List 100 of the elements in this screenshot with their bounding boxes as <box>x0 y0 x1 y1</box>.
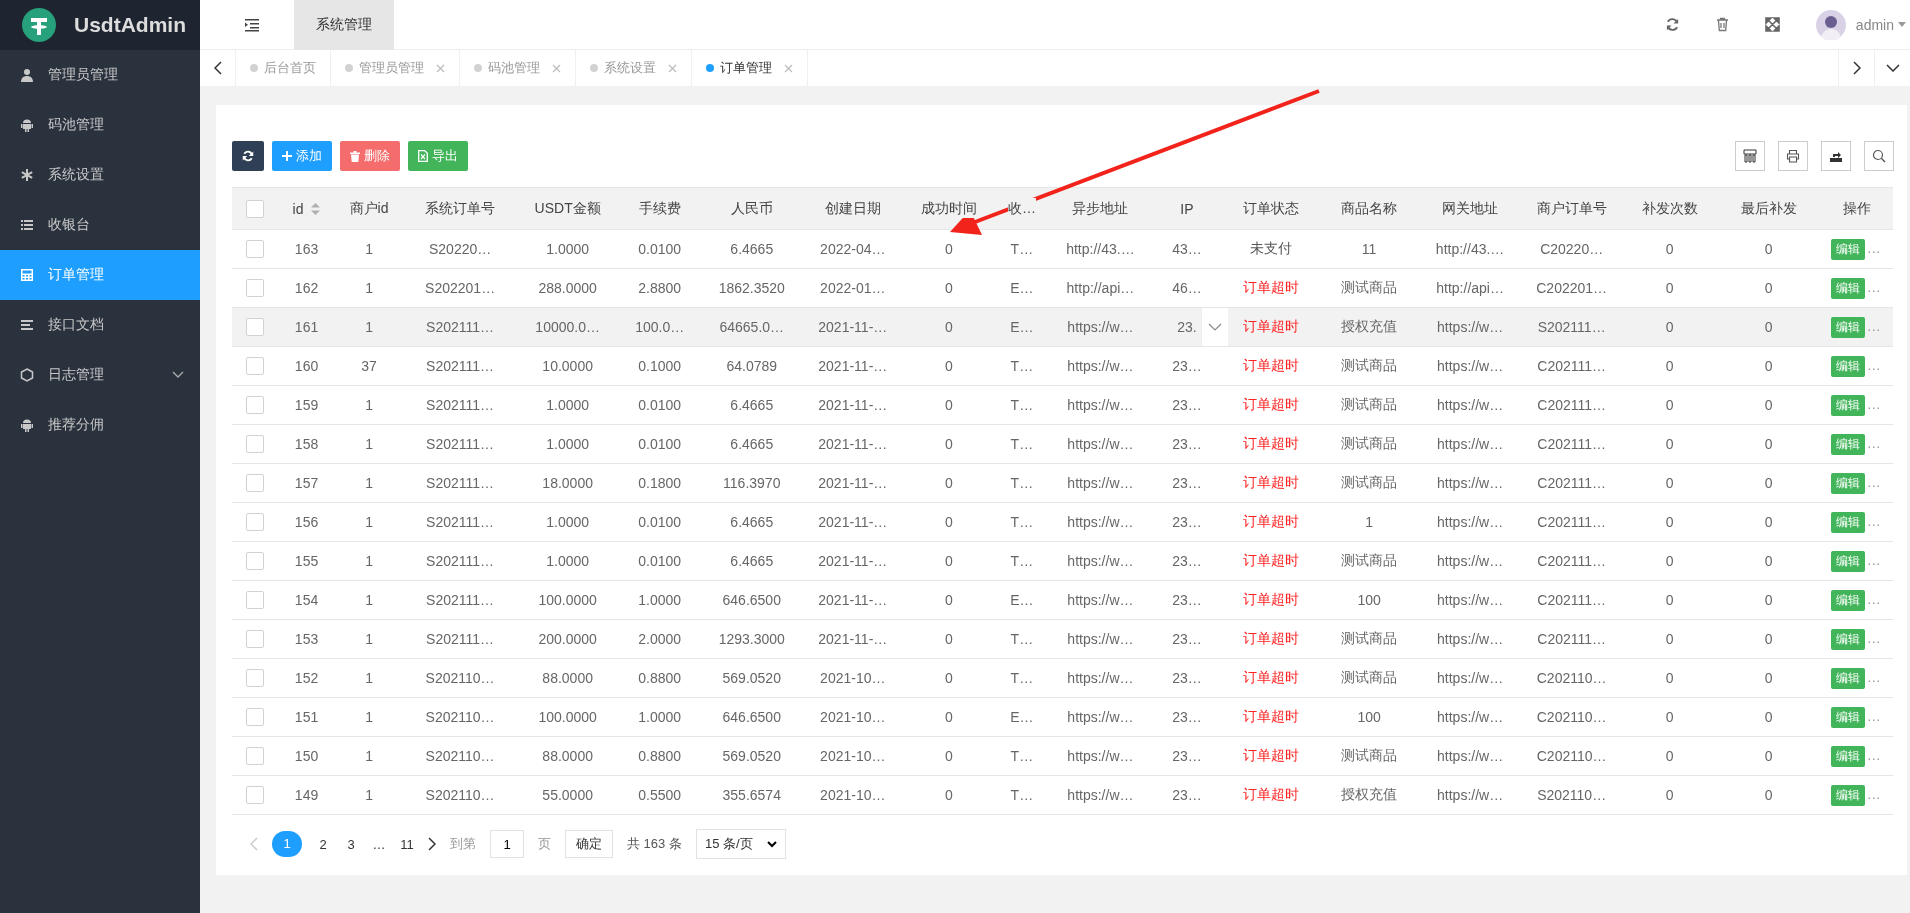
table-cell: S202201… <box>425 280 496 296</box>
top-menu-tab[interactable]: 系统管理 <box>294 0 394 50</box>
more-text: … <box>1866 746 1881 763</box>
row-checkbox[interactable] <box>246 435 264 454</box>
sidebar-item[interactable]: 推荐分佣 <box>0 400 200 450</box>
row-checkbox[interactable] <box>246 591 264 610</box>
sidebar-item[interactable]: 管理员管理 <box>0 50 200 100</box>
table-row[interactable]: 149 1 S202110… 55.0000 0.5500 355.6574 2021-10… 0 T… https://w… 23… 订单超时 授权充值 https://w… S202110… 0 0 编辑 … <box>232 775 1893 815</box>
print-button[interactable] <box>1778 141 1808 171</box>
table-row[interactable]: 151 1 S202110… 100.0000 1.0000 646.6500 2021-10… 0 E… https://w… 23… 订单超时 100 https://w… C202110… 0 0 编辑 … <box>232 697 1893 737</box>
sidebar-item[interactable]: 码池管理 <box>0 100 200 150</box>
row-checkbox[interactable] <box>246 357 264 376</box>
table-row[interactable]: 161 1 S202111… 10000.0… 100.0… 64665.0… 2021-11-… 0 E… https://w… 23. 订单超时 授权充值 https://w… S202111… 0 0 编辑 … <box>232 307 1893 347</box>
close-icon[interactable] <box>668 63 677 73</box>
columns-button[interactable] <box>1735 141 1765 171</box>
page-size-select[interactable]: 15 条/页 <box>695 829 786 859</box>
page-tab[interactable]: 订单管理 <box>692 50 808 86</box>
page-link[interactable]: 3 <box>344 836 358 852</box>
status-text: 订单超时 <box>1242 786 1299 802</box>
table-row[interactable]: 153 1 S202111… 200.0000 2.0000 1293.3000 2021-11-… 0 T… https://w… 23… 订单超时 测试商品 https://w… C202111… 0 0 编辑 … <box>232 619 1893 659</box>
avatar[interactable] <box>1815 9 1846 40</box>
table-cell: 1 <box>365 592 373 608</box>
refresh-icon[interactable] <box>1664 17 1680 32</box>
more-text: … <box>1866 590 1881 607</box>
table-cell: 1.0000 <box>638 709 682 725</box>
table-cell: S202111… <box>426 631 495 647</box>
page-link[interactable]: 11 <box>400 836 414 852</box>
table-cell: 23… <box>1172 787 1202 803</box>
row-checkbox[interactable] <box>246 786 264 805</box>
table-cell: 23… <box>1172 397 1202 413</box>
table-cell: https://w… <box>1437 514 1504 530</box>
table-cell: 2021-11-… <box>818 436 888 452</box>
refresh-button[interactable] <box>232 141 264 171</box>
column-header[interactable]: id <box>292 200 304 217</box>
row-checkbox[interactable] <box>246 630 264 649</box>
table-row[interactable]: 152 1 S202110… 88.0000 0.8800 569.0520 2021-10… 0 T… https://w… 23… 订单超时 测试商品 https://w… C202110… 0 0 编辑 … <box>232 658 1893 698</box>
table-cell: 0 <box>1665 280 1674 296</box>
select-all-checkbox[interactable] <box>246 199 264 218</box>
table-cell: 151 <box>294 709 319 725</box>
table-cell: 2021-11-… <box>818 514 888 530</box>
sidebar-item[interactable]: 收银台 <box>0 200 200 250</box>
row-checkbox[interactable] <box>246 552 264 571</box>
row-checkbox[interactable] <box>246 669 264 688</box>
table-cell: https://w… <box>1437 592 1504 608</box>
username[interactable]: admin <box>1855 16 1894 33</box>
table-cell: 288.0000 <box>538 280 597 296</box>
table-cell: 2022-04… <box>820 241 886 257</box>
close-icon[interactable] <box>436 63 445 73</box>
table-row[interactable]: 155 1 S202111… 1.0000 0.0100 6.4665 2021-11-… 0 T… https://w… 23… 订单超时 测试商品 https://w… C202111… 0 0 编辑 … <box>232 541 1893 581</box>
search-button[interactable] <box>1864 141 1894 171</box>
table-cell: 0 <box>944 436 953 452</box>
table-cell: T… <box>1010 631 1034 647</box>
table-cell: https://w… <box>1437 787 1504 803</box>
table-row[interactable]: 162 1 S202201… 288.0000 2.8800 1862.3520 2022-01… 0 E… http://api… 46… 订单超时 测试商品 http://api… C202201… 0 0 编辑 … <box>232 268 1893 308</box>
fullscreen-icon[interactable] <box>1764 17 1780 32</box>
table-row[interactable]: 157 1 S202111… 18.0000 0.1800 116.3970 2021-11-… 0 T… https://w… 23… 订单超时 测试商品 https://w… C202111… 0 0 编辑 … <box>232 463 1893 503</box>
close-icon[interactable] <box>784 63 793 73</box>
row-checkbox[interactable] <box>246 318 264 337</box>
status-text: 订单超时 <box>1242 396 1299 412</box>
table-cell: S202110… <box>1537 787 1607 803</box>
table-row[interactable]: 156 1 S202111… 1.0000 0.0100 6.4665 2021-11-… 0 T… https://w… 23… 订单超时 1 https://w… C202111… 0 0 编辑 … <box>232 502 1893 542</box>
sidebar-item[interactable]: 日志管理 <box>0 350 200 400</box>
table-row[interactable]: 154 1 S202111… 100.0000 1.0000 646.6500 2021-11-… 0 E… https://w… 23… 订单超时 100 https://w… C202111… 0 0 编辑 … <box>232 580 1893 620</box>
confirm-button[interactable]: 确定 <box>565 830 613 858</box>
page-link[interactable]: 2 <box>316 836 330 852</box>
menu-icon[interactable] <box>244 17 260 32</box>
table-cell: 88.0000 <box>542 748 593 764</box>
table-row[interactable]: 150 1 S202110… 88.0000 0.8800 569.0520 2021-10… 0 T… https://w… 23… 订单超时 测试商品 https://w… C202110… 0 0 编辑 … <box>232 736 1893 776</box>
export-icon-button[interactable] <box>1821 141 1851 171</box>
row-checkbox[interactable] <box>246 513 264 532</box>
row-checkbox[interactable] <box>246 396 264 415</box>
table-cell: 0 <box>1665 709 1674 725</box>
file-icon <box>418 150 428 162</box>
trash-icon[interactable] <box>1715 17 1729 32</box>
row-checkbox[interactable] <box>246 747 264 766</box>
next-page-icon[interactable] <box>428 837 436 851</box>
table-cell: 0 <box>1764 397 1773 413</box>
page-input[interactable]: 1 <box>490 830 524 858</box>
close-icon[interactable] <box>552 63 561 73</box>
row-checkbox[interactable] <box>246 279 264 298</box>
row-checkbox[interactable] <box>246 474 264 493</box>
previous-page-icon[interactable] <box>250 837 258 851</box>
table-row[interactable]: 160 37 S202111… 10.0000 0.1000 64.0789 2021-11-… 0 T… https://w… 23… 订单超时 测试商品 https://w… C202111… 0 0 编辑 … <box>232 346 1893 386</box>
table-row[interactable]: 158 1 S202111… 1.0000 0.0100 6.4665 2021-11-… 0 T… https://w… 23… 订单超时 测试商品 https://w… C202111… 0 0 编辑 … <box>232 424 1893 464</box>
table-cell: http://43.… <box>1435 241 1505 257</box>
table-cell: C202111… <box>1537 514 1606 530</box>
table-row[interactable]: 163 1 S20220… 1.0000 0.0100 6.4665 2022-04… 0 T… http://43.… 43… 未支付 11 http://43.… C20220… 0 0 编辑 … <box>232 229 1893 269</box>
sort-icon[interactable] <box>311 202 321 215</box>
expand-button[interactable] <box>1201 308 1229 346</box>
table-row[interactable]: 159 1 S202111… 1.0000 0.0100 6.4665 2021-11-… 0 T… https://w… 23… 订单超时 测试商品 https://w… C202111… 0 0 编辑 … <box>232 385 1893 425</box>
table-cell: 6.4665 <box>730 397 774 413</box>
status-text: 订单超时 <box>1242 552 1299 568</box>
status-text: 订单超时 <box>1242 318 1299 334</box>
row-checkbox[interactable] <box>246 240 264 259</box>
table-cell: 23… <box>1172 436 1202 452</box>
table-cell: 1 <box>365 709 373 725</box>
sidebar-item[interactable]: 系统设置 <box>0 150 200 200</box>
row-checkbox[interactable] <box>246 708 264 727</box>
page-link[interactable]: … <box>372 836 386 852</box>
sidebar-item[interactable]: 接口文档 <box>0 300 200 350</box>
